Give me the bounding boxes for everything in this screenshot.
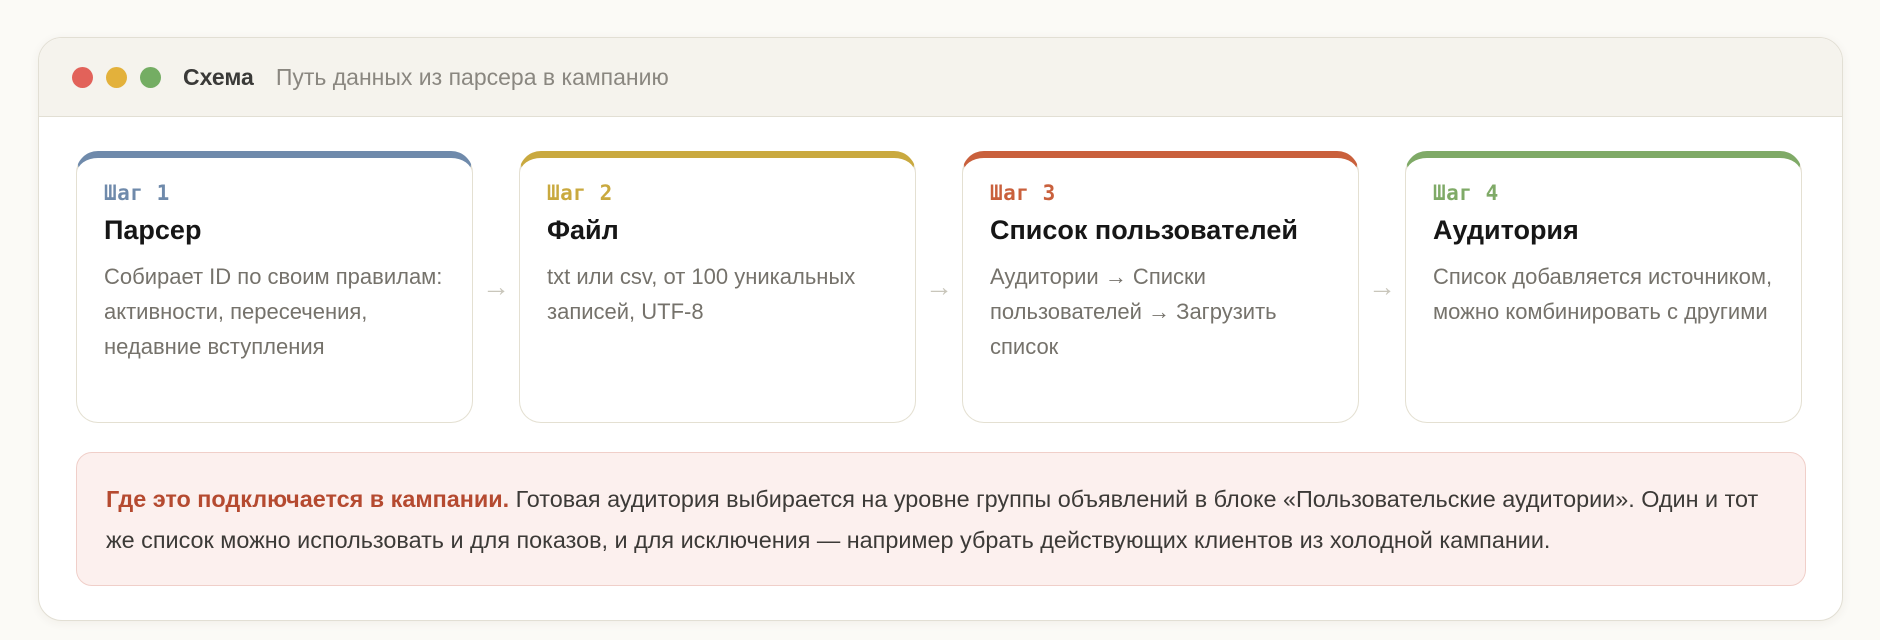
step-card-audience: Шаг 4 Аудитория Список добавляется источ…: [1405, 151, 1802, 423]
close-window-button[interactable]: [72, 66, 93, 88]
title-bar: Схема Путь данных из парсера в кампанию: [39, 38, 1842, 117]
step-title: Парсер: [104, 215, 202, 245]
arrow-right-icon: →: [925, 271, 953, 302]
step-card-user-list: Шаг 3 Список пользователей Аудитории → С…: [962, 151, 1359, 423]
step-description: txt или csv, от 100 уникальных записей, …: [547, 264, 856, 324]
arrow-right-icon: →: [482, 271, 510, 302]
window-subtitle: Путь данных из парсера в кампанию: [275, 63, 669, 90]
step-description: Собирает ID по своим правилам: активност…: [104, 264, 443, 359]
note-lead: Где это подключается в кампании.: [106, 486, 510, 512]
minimize-window-button[interactable]: [106, 66, 127, 88]
step-title: Список пользователей: [990, 215, 1298, 245]
schema-window: Схема Путь данных из парсера в кампанию …: [38, 37, 1843, 621]
step-label: Шаг 4: [1433, 181, 1499, 205]
maximize-window-button[interactable]: [140, 66, 161, 88]
campaign-note: Где это подключается в кампании. Готовая…: [76, 452, 1806, 586]
step-card-parser: Шаг 1 Парсер Собирает ID по своим правил…: [76, 151, 473, 423]
steps-flow: Шаг 1 Парсер Собирает ID по своим правил…: [76, 151, 1802, 423]
step-title: Аудитория: [1433, 215, 1579, 245]
step-label: Шаг 3: [990, 181, 1056, 205]
step-description: Аудитории → Списки пользователей → Загру…: [990, 264, 1277, 359]
step-label: Шаг 1: [104, 181, 170, 205]
step-description: Список добавляется источником, можно ком…: [1433, 264, 1773, 324]
arrow-right-icon: →: [1368, 271, 1396, 302]
step-title: Файл: [547, 215, 619, 245]
step-card-file: Шаг 2 Файл txt или csv, от 100 уникальны…: [519, 151, 916, 423]
window-title: Схема: [183, 63, 254, 90]
step-label: Шаг 2: [547, 181, 613, 205]
